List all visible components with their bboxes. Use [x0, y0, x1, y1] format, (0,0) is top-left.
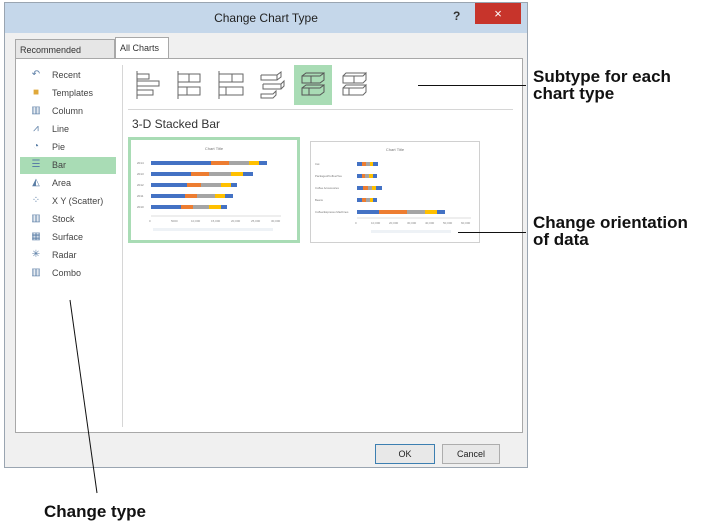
callout-change-type: Change type	[44, 502, 147, 521]
callout-line-change-type	[69, 299, 98, 494]
